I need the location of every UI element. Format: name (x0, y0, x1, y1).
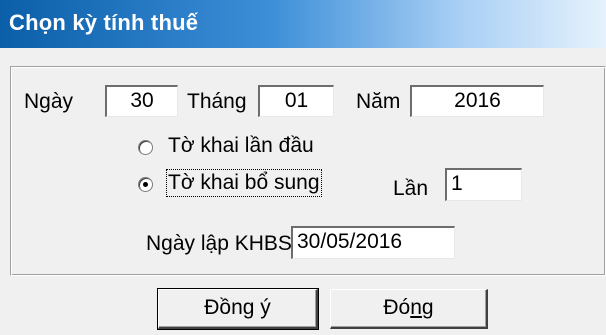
supplement-date-field[interactable]: 30/05/2016 (291, 226, 455, 259)
radio-first-declaration[interactable] (138, 140, 153, 155)
year-field[interactable]: 2016 (410, 85, 544, 117)
radio-supplement-declaration-label[interactable]: Tờ khai bổ sung (166, 169, 322, 197)
ok-button-label: Đồng ý (204, 296, 271, 319)
year-label: Năm (356, 90, 401, 113)
month-label: Tháng (187, 90, 247, 113)
close-button[interactable]: Đóng (330, 289, 488, 329)
radio-supplement-declaration[interactable] (138, 177, 153, 192)
month-field[interactable]: 01 (258, 85, 334, 117)
supplement-date-label: Ngày lập KHBS (146, 232, 292, 255)
close-button-label: Đóng (383, 296, 434, 319)
day-label: Ngày (24, 90, 74, 113)
attempt-field[interactable]: 1 (445, 168, 522, 201)
window-title: Chọn kỳ tính thuế (9, 10, 199, 35)
radio-first-declaration-label[interactable]: Tờ khai lần đầu (168, 134, 314, 158)
title-bar: Chọn kỳ tính thuế (0, 0, 606, 48)
radio-selected-dot (143, 182, 148, 187)
day-field[interactable]: 30 (105, 85, 178, 117)
ok-button[interactable]: Đồng ý (157, 288, 319, 330)
attempt-label: Lần (393, 177, 429, 200)
